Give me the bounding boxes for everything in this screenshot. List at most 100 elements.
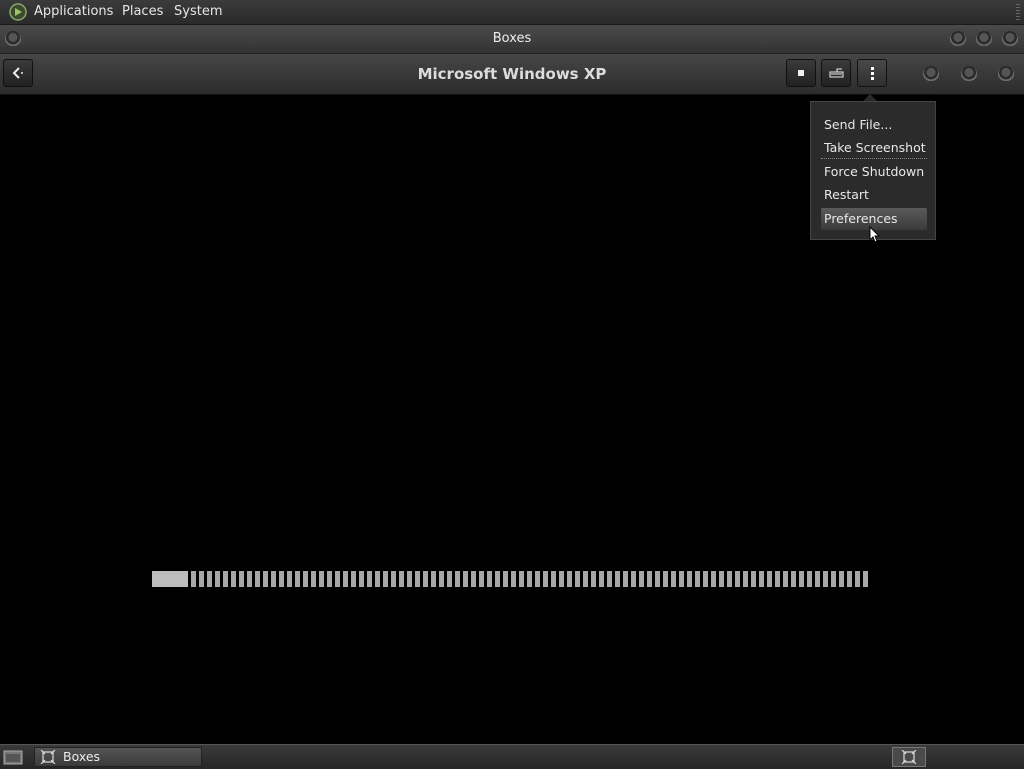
applications-menu[interactable]: Applications bbox=[34, 0, 113, 24]
progress-segment bbox=[655, 571, 660, 587]
progress-segment bbox=[359, 571, 364, 587]
progress-segment bbox=[215, 571, 220, 587]
boxes-app-icon bbox=[40, 750, 56, 764]
progress-segment bbox=[751, 571, 756, 587]
panel-handle[interactable] bbox=[1016, 4, 1020, 20]
progress-segment bbox=[767, 571, 772, 587]
progress-segment bbox=[335, 571, 340, 587]
progress-segment bbox=[567, 571, 572, 587]
progress-segment bbox=[415, 571, 420, 587]
progress-segment bbox=[511, 571, 516, 587]
progress-segment bbox=[623, 571, 628, 587]
menu-item-force-shutdown[interactable]: Force Shutdown bbox=[821, 161, 927, 183]
progress-segment bbox=[839, 571, 844, 587]
progress-segment bbox=[687, 571, 692, 587]
progress-segment bbox=[319, 571, 324, 587]
progress-segment bbox=[607, 571, 612, 587]
mouse-cursor-icon bbox=[869, 226, 881, 243]
progress-segment bbox=[823, 571, 828, 587]
progress-segment bbox=[207, 571, 212, 587]
progress-segment bbox=[855, 571, 860, 587]
boxes-app-icon bbox=[901, 750, 917, 764]
progress-segment bbox=[535, 571, 540, 587]
progress-segment bbox=[343, 571, 348, 587]
progress-segment bbox=[351, 571, 356, 587]
mint-logo-icon[interactable] bbox=[9, 3, 27, 21]
progress-segment bbox=[439, 571, 444, 587]
progress-segment bbox=[679, 571, 684, 587]
progress-segment bbox=[471, 571, 476, 587]
progress-segment bbox=[711, 571, 716, 587]
taskbar-item-boxes[interactable]: Boxes bbox=[34, 747, 202, 767]
progress-segment bbox=[575, 571, 580, 587]
vertical-dots-menu-icon bbox=[871, 67, 874, 80]
keyboard-button[interactable] bbox=[821, 59, 851, 87]
progress-segment bbox=[775, 571, 780, 587]
progress-segment bbox=[239, 571, 244, 587]
more-options-button[interactable] bbox=[857, 59, 887, 87]
bottom-panel: Boxes bbox=[0, 744, 1024, 769]
progress-segment bbox=[383, 571, 388, 587]
taskbar-item-label: Boxes bbox=[63, 749, 101, 764]
decor-knob-icon bbox=[998, 66, 1014, 82]
close-knob-icon[interactable] bbox=[1002, 31, 1018, 47]
progress-segment bbox=[639, 571, 644, 587]
progress-segment bbox=[583, 571, 588, 587]
progress-segment bbox=[559, 571, 564, 587]
progress-segment bbox=[759, 571, 764, 587]
progress-segment bbox=[247, 571, 252, 587]
progress-segment bbox=[279, 571, 284, 587]
progress-segment bbox=[647, 571, 652, 587]
progress-segment bbox=[663, 571, 668, 587]
progress-segment bbox=[863, 571, 868, 587]
progress-segment bbox=[199, 571, 204, 587]
menu-item-restart[interactable]: Restart bbox=[821, 184, 927, 206]
progress-segment bbox=[551, 571, 556, 587]
progress-segment bbox=[423, 571, 428, 587]
progress-segment bbox=[495, 571, 500, 587]
decor-knob-icon bbox=[923, 66, 939, 82]
progress-segment bbox=[479, 571, 484, 587]
show-desktop-icon[interactable] bbox=[3, 748, 23, 766]
progress-segment bbox=[831, 571, 836, 587]
progress-segment bbox=[599, 571, 604, 587]
progress-segment bbox=[295, 571, 300, 587]
boot-progress-bar bbox=[152, 571, 868, 587]
maximize-knob-icon[interactable] bbox=[976, 31, 992, 47]
stop-button[interactable] bbox=[786, 59, 816, 87]
progress-segment bbox=[407, 571, 412, 587]
progress-segment bbox=[391, 571, 396, 587]
progress-segment bbox=[591, 571, 596, 587]
progress-segment bbox=[695, 571, 700, 587]
progress-segment bbox=[807, 571, 812, 587]
progress-segment bbox=[815, 571, 820, 587]
menu-item-send-file[interactable]: Send File... bbox=[821, 114, 927, 136]
window-title-bar[interactable]: Boxes bbox=[0, 25, 1024, 54]
window-title: Boxes bbox=[492, 31, 532, 46]
progress-segment bbox=[223, 571, 228, 587]
top-panel: Applications Places System bbox=[0, 0, 1024, 25]
progress-segment bbox=[847, 571, 852, 587]
progress-segment bbox=[455, 571, 460, 587]
progress-segment bbox=[631, 571, 636, 587]
progress-segment bbox=[231, 571, 236, 587]
progress-segment bbox=[799, 571, 804, 587]
menu-item-take-screenshot[interactable]: Take Screenshot bbox=[821, 137, 927, 159]
progress-segment bbox=[431, 571, 436, 587]
places-menu[interactable]: Places bbox=[122, 0, 163, 24]
progress-segment bbox=[263, 571, 268, 587]
progress-segment bbox=[367, 571, 372, 587]
progress-segment bbox=[271, 571, 276, 587]
progress-segment bbox=[447, 571, 452, 587]
keyboard-icon bbox=[829, 68, 844, 78]
minimize-knob-icon[interactable] bbox=[950, 31, 966, 47]
header-bar: Microsoft Windows XP bbox=[0, 54, 1024, 95]
progress-segment bbox=[463, 571, 468, 587]
system-menu[interactable]: System bbox=[174, 0, 222, 24]
progress-segment bbox=[671, 571, 676, 587]
progress-segment bbox=[487, 571, 492, 587]
progress-segment bbox=[503, 571, 508, 587]
vm-options-menu: Send File... Take Screenshot Force Shutd… bbox=[810, 101, 936, 240]
workspace-switcher[interactable] bbox=[892, 747, 926, 767]
progress-segment bbox=[375, 571, 380, 587]
